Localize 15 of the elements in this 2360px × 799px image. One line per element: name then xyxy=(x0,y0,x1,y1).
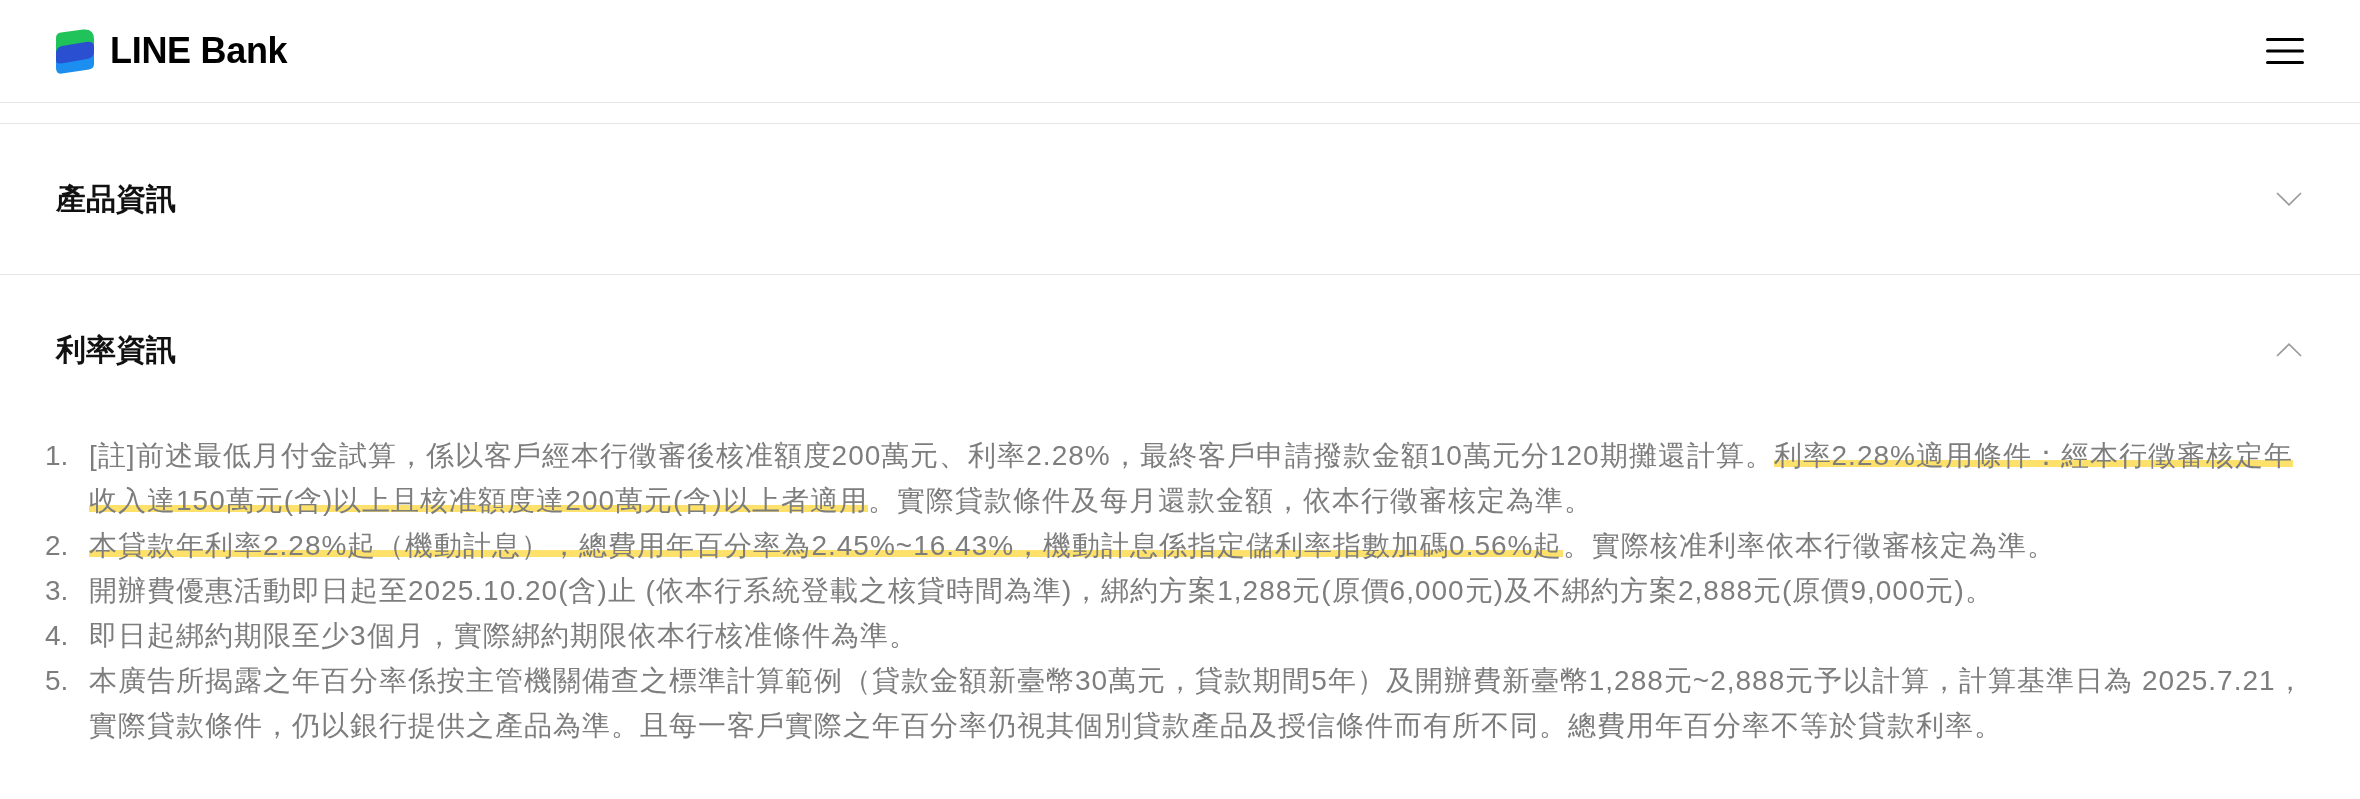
note-text: 即日起綁約期限至少3個月，實際綁約期限依本行核准條件為準。 xyxy=(89,619,919,653)
list-number: 4. xyxy=(45,619,70,653)
note-text: 本廣告所揭露之年百分率係按主管機關備查之標準計算範例（貸款金額新臺幣30萬元，貸款期間5年）及開辦費新臺幣1,288元~2,888元予以計算，計算基準日為 2025.7.21，實際貸款條件，仍以銀行提供之產品為準。且每一客戶實際之年百分率仍視其個別貸款產品及授信條件而有所不同。總費用年百分率不等於貸款利率。 xyxy=(89,664,2306,743)
list-number: 3. xyxy=(45,574,70,608)
menu-icon[interactable] xyxy=(2266,38,2304,64)
list-number: 5. xyxy=(45,664,70,698)
brand-name: LINE Bank xyxy=(110,33,288,69)
chevron-up-icon[interactable] xyxy=(2276,343,2302,357)
logo-icon xyxy=(56,28,94,74)
list-number: 2. xyxy=(45,529,70,563)
note-text: 開辦費優惠活動即日起至2025.10.20(含)止 (依本行系統登載之核貸時間為準)，綁約方案1,288元(原價6,000元)及不綁約方案2,888元(原價9,000元)。 xyxy=(89,574,1995,608)
section-title[interactable]: 產品資訊 xyxy=(56,181,176,217)
section-title[interactable]: 利率資訊 xyxy=(56,332,176,368)
chevron-down-icon[interactable] xyxy=(2276,192,2302,206)
list-number: 1. xyxy=(45,439,70,473)
